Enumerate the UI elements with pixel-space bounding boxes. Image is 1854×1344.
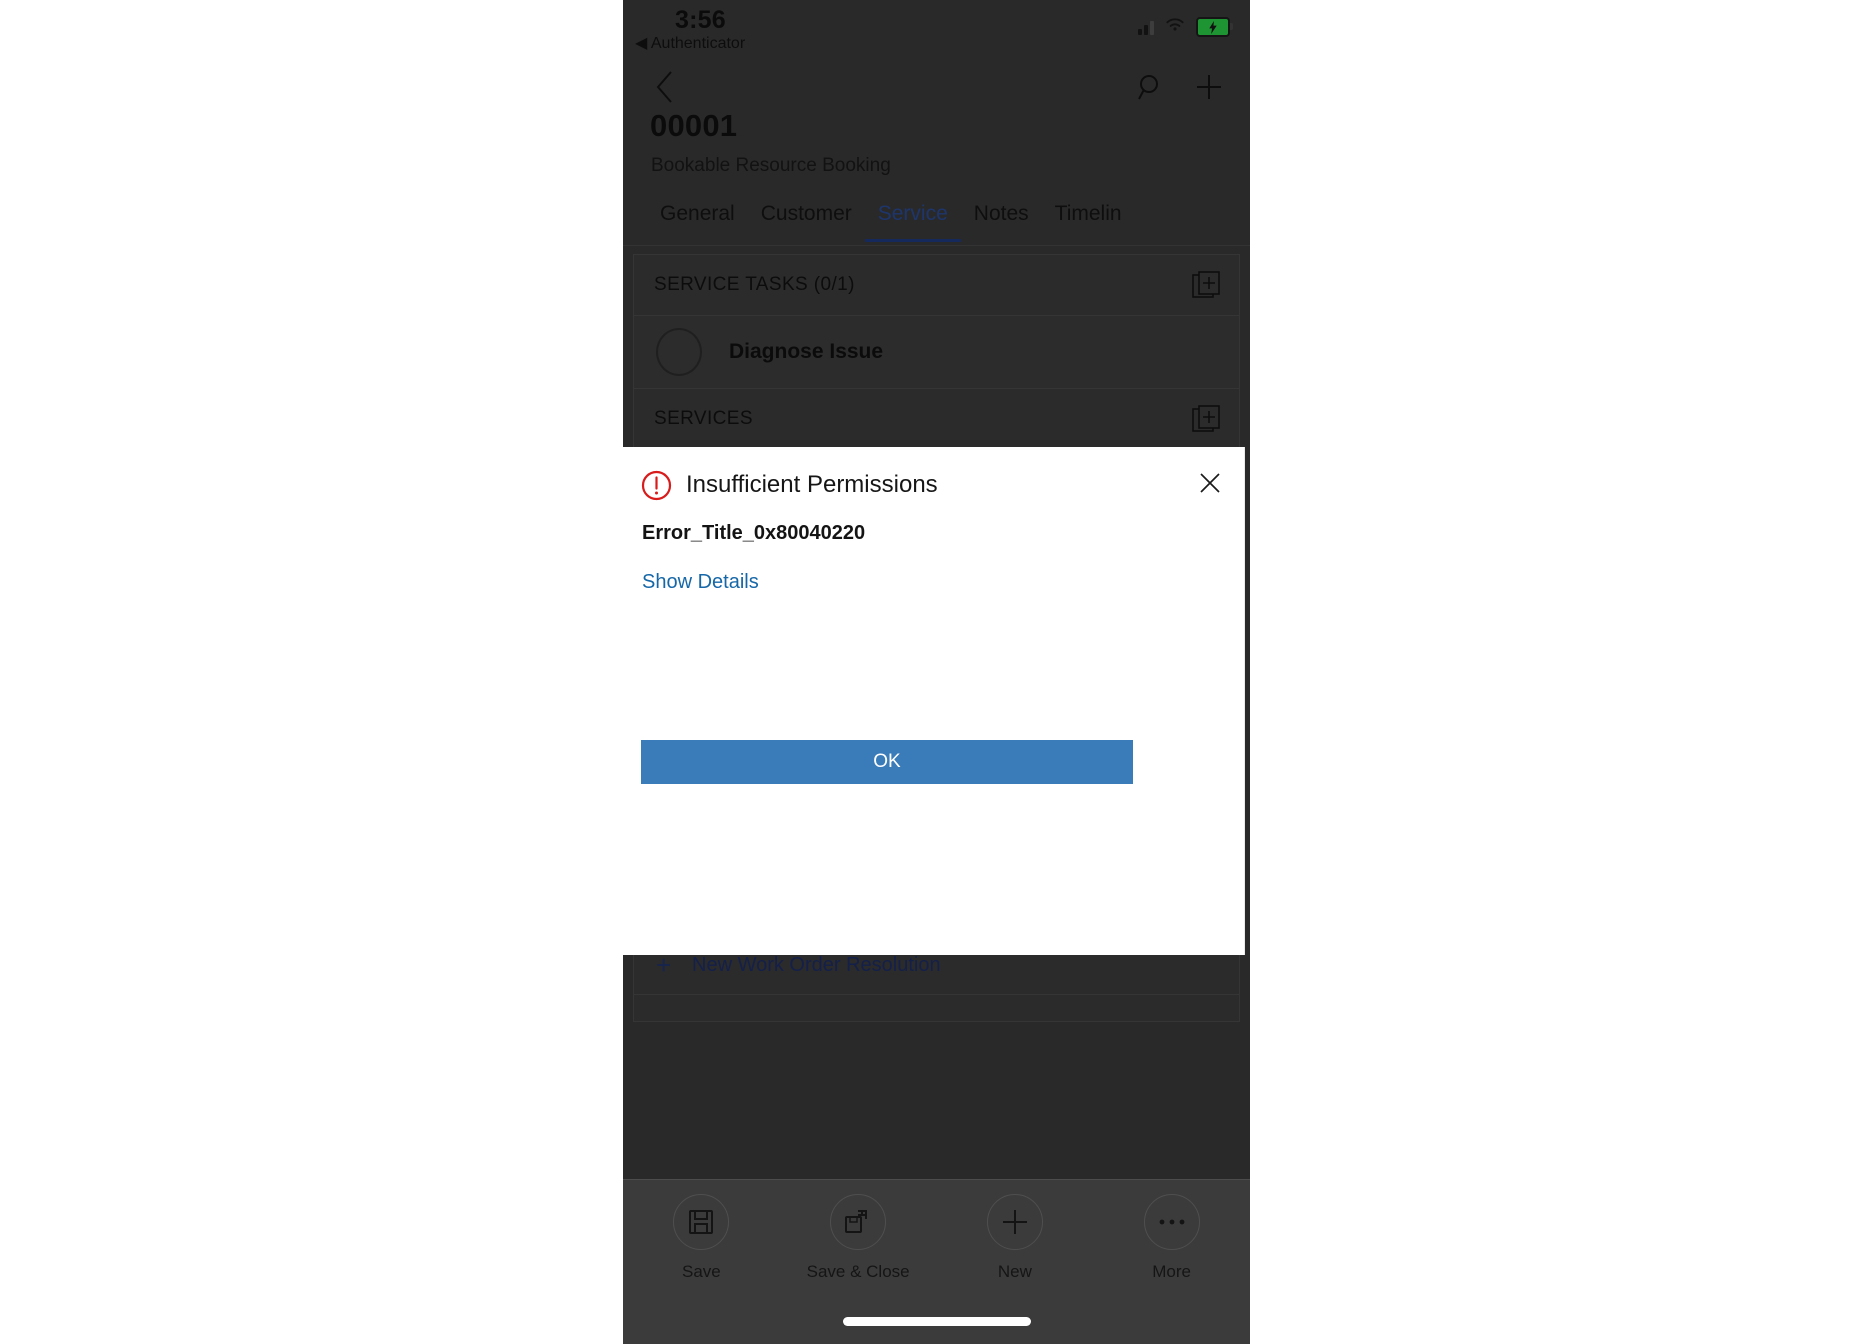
tab-timeline[interactable]: Timelin (1042, 194, 1135, 226)
task-checkbox-icon[interactable] (656, 328, 702, 376)
save-and-close-icon (830, 1194, 887, 1250)
status-back-to-app[interactable]: ◀ Authenticator (635, 33, 745, 53)
back-chevron-icon[interactable] (645, 66, 685, 108)
more-button[interactable]: More (1102, 1194, 1242, 1282)
save-and-close-button[interactable]: Save & Close (788, 1194, 928, 1282)
ok-button[interactable]: OK (641, 740, 1133, 784)
service-tasks-header: SERVICE TASKS (0/1) (634, 255, 1239, 316)
form-body: SERVICE TASKS (0/1) Diagnose Issue SERVI… (623, 250, 1250, 450)
home-indicator (842, 1317, 1031, 1326)
status-bar: 3:56 ◀ Authenticator (623, 0, 1250, 58)
services-header: SERVICES (634, 389, 1239, 449)
tab-customer[interactable]: Customer (748, 194, 865, 226)
services-label: SERVICES (654, 408, 753, 429)
dialog-title: Insufficient Permissions (686, 471, 938, 498)
page-title: 00001 (650, 108, 738, 143)
show-details-link[interactable]: Show Details (642, 571, 759, 594)
tab-general[interactable]: General (647, 194, 748, 226)
search-icon[interactable] (1130, 66, 1172, 108)
save-floppy-icon (673, 1194, 730, 1250)
insufficient-permissions-dialog: Insufficient Permissions Error_Title_0x8… (623, 447, 1245, 955)
save-and-close-label: Save & Close (806, 1262, 910, 1281)
more-label: More (1152, 1262, 1191, 1281)
service-tasks-card: SERVICE TASKS (0/1) Diagnose Issue SERVI… (633, 254, 1240, 450)
record-entity-name: Bookable Resource Booking (651, 155, 891, 176)
close-icon[interactable] (1188, 461, 1232, 505)
error-code-text: Error_Title_0x80040220 (642, 522, 866, 544)
new-button[interactable]: New (945, 1194, 1085, 1282)
plus-icon: + (656, 950, 672, 980)
status-time: 3:56 (675, 6, 726, 34)
dialog-title-row: Insufficient Permissions (623, 447, 1244, 523)
service-task-row[interactable]: Diagnose Issue (634, 316, 1239, 389)
tab-service[interactable]: Service (864, 194, 961, 242)
tab-strip: General Customer Service Notes Timelin (623, 194, 1250, 246)
bottom-command-bar: Save Save & Close New More (623, 1179, 1250, 1344)
error-circle-icon (641, 470, 672, 501)
plus-icon (986, 1194, 1043, 1250)
add-record-icon[interactable] (1189, 402, 1223, 436)
service-tasks-label: SERVICE TASKS (0/1) (654, 274, 855, 295)
wifi-icon (1164, 16, 1186, 38)
status-indicators (1138, 16, 1233, 38)
partial-row (634, 995, 1239, 1021)
plus-icon[interactable] (1188, 66, 1230, 108)
save-label: Save (682, 1262, 721, 1281)
save-button[interactable]: Save (631, 1194, 771, 1282)
tab-notes[interactable]: Notes (961, 194, 1042, 226)
battery-charging-icon (1196, 17, 1233, 37)
add-record-icon[interactable] (1189, 268, 1223, 302)
new-label: New (997, 1262, 1032, 1281)
task-label: Diagnose Issue (729, 340, 884, 363)
ellipsis-icon (1143, 1194, 1200, 1250)
new-work-order-resolution-label: New Work Order Resolution (692, 953, 941, 976)
cellular-signal-icon (1138, 19, 1154, 35)
